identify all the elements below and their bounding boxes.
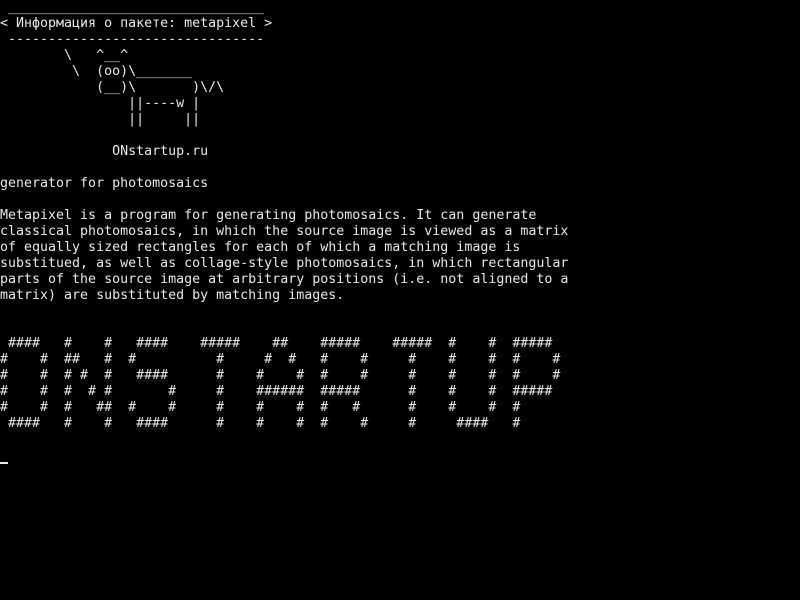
- banner-line: #### # # #### ##### ## ##### ##### # # #…: [0, 336, 553, 351]
- description-line: classical photomosaics, in which the sou…: [0, 224, 569, 239]
- description-line: Metapixel is a program for generating ph…: [0, 208, 537, 223]
- description-line: of equally sized rectangles for each of …: [0, 240, 521, 255]
- description-line: parts of the source image at arbitrary p…: [0, 272, 569, 287]
- cowsay-border-bottom: --------------------------------: [0, 32, 265, 47]
- text-cursor[interactable]: [0, 462, 8, 464]
- cow-ascii-line: \ ^__^: [0, 48, 129, 63]
- cow-ascii-line: ||----w |: [0, 96, 201, 111]
- cowsay-border-top: ________________________________: [0, 0, 265, 15]
- package-summary: generator for photomosaics: [0, 176, 209, 191]
- banner-line: # # # # # #### # # # # # # # # # #: [0, 368, 561, 383]
- cow-ascii-line: || ||: [0, 112, 201, 127]
- banner-line: #### # # #### # # # # # # #### #: [0, 416, 521, 431]
- banner-line: # # ## # # # # # # # # # # # #: [0, 352, 561, 367]
- cow-ascii-line: (__)\ )\/\: [0, 80, 225, 95]
- terminal-screen: ________________________________ < Инфор…: [0, 0, 800, 600]
- banner-line: # # # ## # # # # # # # # # # #: [0, 400, 521, 415]
- description-line: matrix) are substituted by matching imag…: [0, 288, 345, 303]
- banner-line: # # # # # # # ###### ##### # # # #####: [0, 384, 553, 399]
- cow-ascii-line: \ (oo)\_______: [0, 64, 193, 79]
- description-line: substitued, as well as collage-style pho…: [0, 256, 569, 271]
- site-label: ONstartup.ru: [0, 144, 209, 159]
- cowsay-message: < Информация о пакете: metapixel >: [0, 16, 273, 31]
